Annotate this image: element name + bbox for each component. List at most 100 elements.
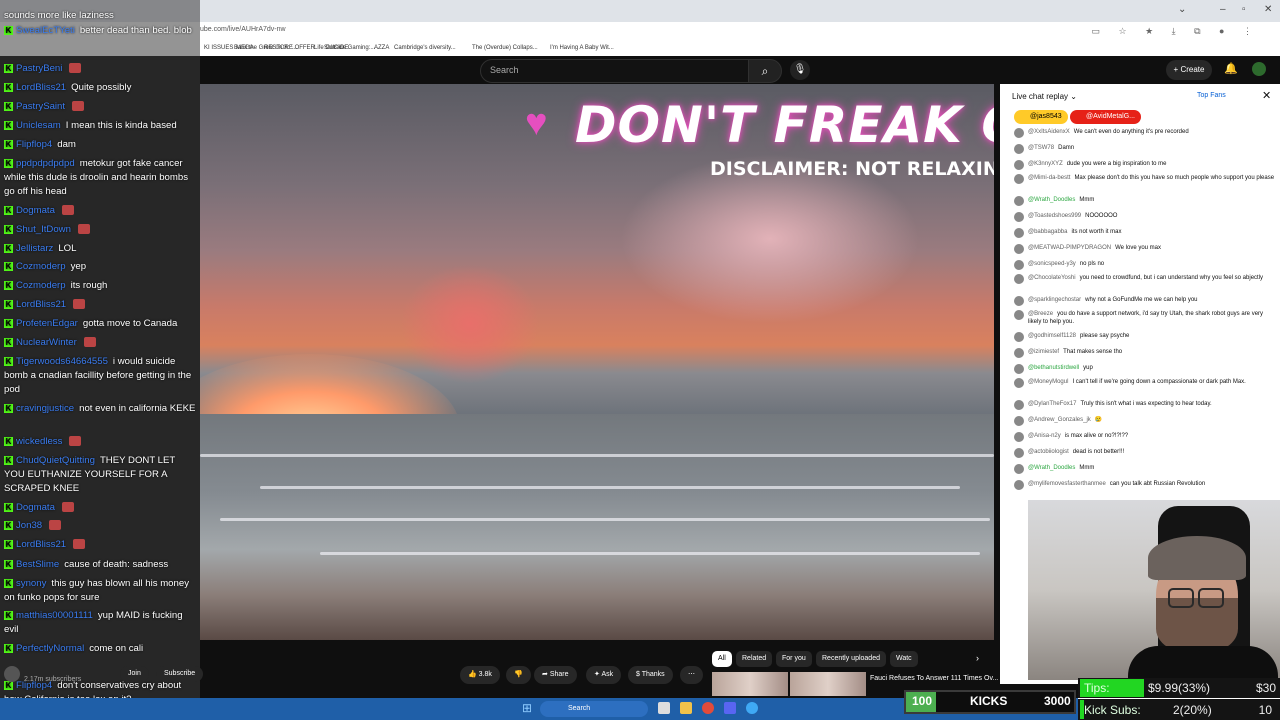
bell-icon[interactable]: 🔔 [1224,62,1238,75]
chat-avatar[interactable] [1014,400,1024,410]
chat-avatar[interactable] [1014,260,1024,270]
chat-avatar[interactable] [1014,144,1024,154]
share-button[interactable]: ➦ Share [534,666,577,684]
chat-author[interactable]: @actobiiologist [1028,449,1069,455]
chat-author[interactable]: @Wrath_Doodles [1028,197,1075,203]
chat-message[interactable]: @Anisa-n2y is max alive or no?!?!?? [1014,432,1278,442]
chat-author[interactable]: @DylanTheFox17 [1028,401,1076,407]
chat-author[interactable]: @izimiestef [1028,349,1059,355]
chat-avatar[interactable] [1014,128,1024,138]
maximize-icon[interactable]: ▫ [1242,4,1246,15]
close-icon[interactable]: ✕ [1264,4,1272,15]
kick-chat-user[interactable]: PastryBeni [16,63,62,74]
browser-toolbar-icons[interactable]: ▭ ☆ ★ ⤓ ⧉ ● ⋮ [1092,26,1260,37]
video-player[interactable]: ♥ DON'T FREAK OUT DISCLAIMER: NOT RELAXI… [200,84,994,640]
chat-message[interactable]: @bethanutstirdwell yup [1014,364,1278,374]
chat-message[interactable]: @ChocolateYoshi you need to crowdfund, bu… [1014,274,1278,284]
kick-chat-user[interactable]: LordBliss21 [16,299,66,310]
bookmark-item[interactable]: Basil the Great on X: '... [234,45,297,51]
chat-avatar[interactable] [1014,332,1024,342]
search-icon[interactable]: ⌕ [748,59,782,83]
kick-chat-user[interactable]: LordBliss21 [16,539,66,550]
kick-chat-user[interactable]: wickedless [16,436,62,447]
kick-chat-user[interactable]: Dogmata [16,205,55,216]
chat-avatar[interactable] [1014,196,1024,206]
chat-author[interactable]: @Breeze [1028,311,1053,317]
video-thumbnail[interactable] [712,672,788,696]
chat-avatar[interactable] [1014,274,1024,284]
windows-start-icon[interactable]: ⊞ [522,702,535,715]
kick-chat-user[interactable]: Flipflop4 [16,139,52,150]
kick-chat-user[interactable]: ppdpdpdpdpd [16,158,75,169]
bookmark-item[interactable]: The (Overdue) Collaps... [472,45,538,51]
chat-message[interactable]: @DylanTheFox17 Truly this isn't what i wa… [1014,400,1278,410]
kick-chat-user[interactable]: BestSlime [16,559,59,570]
chrome-icon[interactable] [702,702,714,714]
chat-avatar[interactable] [1014,310,1024,320]
kick-chat-user[interactable]: SwealEcTYeti [16,25,75,36]
bookmark-item[interactable]: Cambridge's diversity... [394,45,456,51]
url-text[interactable]: ube.com/live/AUHrA7dv-nw [200,26,286,33]
chat-author[interactable]: @MEATWAD-PIMPYDRAGON [1028,245,1111,251]
taskbar-search[interactable]: Search [540,701,648,717]
kick-chat-user[interactable]: Jellistarz [16,243,53,254]
chip-recently-uploaded[interactable]: Recently uploaded [816,651,886,667]
chat-avatar[interactable] [1014,244,1024,254]
bookmark-item[interactable]: I'm Having A Baby Wit... [550,45,614,51]
chat-avatar[interactable] [1014,212,1024,222]
chat-message[interactable]: @babbagabba its not worth it max [1014,228,1278,238]
donor-badge[interactable]: @AvidMetalG... [1070,110,1141,124]
chat-avatar[interactable] [1014,464,1024,474]
create-button[interactable]: + Create [1166,60,1212,80]
chat-avatar[interactable] [1014,364,1024,374]
bookmark-item[interactable]: AZZA [374,45,389,51]
file-explorer-icon[interactable] [680,702,692,714]
subscribe-button[interactable]: Subscribe [156,666,204,682]
chat-avatar[interactable] [1014,480,1024,490]
chat-author[interactable]: @Anisa-n2y [1028,433,1061,439]
chat-author[interactable]: @sonicspeed-y3y [1028,261,1076,267]
chip-for-you[interactable]: For you [776,651,812,667]
chat-avatar[interactable] [1014,416,1024,426]
kick-chat-user[interactable]: LordBliss21 [16,82,66,93]
video-thumbnail[interactable] [790,672,866,696]
kick-chat-user[interactable]: Shut_ItDown [16,224,71,235]
top-fans-label[interactable]: Top Fans [1197,92,1226,99]
chat-message[interactable]: @Andrew_Gonzales_jk 😢 [1014,416,1278,426]
chat-author[interactable]: @godhimself1128 [1028,333,1076,339]
chat-author[interactable]: @Toastedshoes999 [1028,213,1081,219]
kick-chat-user[interactable]: Uniclesam [16,120,61,131]
chat-message[interactable]: @Wrath_Doodles Mmm [1014,464,1278,474]
chat-message[interactable]: @XxItsAidenxX We can't even do anything i… [1014,128,1278,138]
kick-chat-user[interactable]: NuclearWinter [16,337,77,348]
bookmark-item[interactable]: Life Outside Gaming:... [314,45,375,51]
chip-all[interactable]: All [712,651,732,667]
chat-author[interactable]: @bethanutstirdwell [1028,365,1079,371]
kick-chat-user[interactable]: synony [16,578,46,589]
kick-chat-user[interactable]: Jon38 [16,520,42,531]
chat-message[interactable]: @Breeze you do have a support network, i'… [1014,310,1278,326]
chat-message[interactable]: @MEATWAD-PIMPYDRAGON We love you max [1014,244,1278,254]
chevron-right-icon[interactable]: › [976,653,979,663]
thanks-button[interactable]: $ Thanks [628,666,673,684]
avatar[interactable] [1252,62,1266,76]
live-chat-header[interactable]: Live chat replay ⌄ [1012,92,1077,101]
chat-avatar[interactable] [1014,228,1024,238]
kick-chat-user[interactable]: PerfectlyNormal [16,643,84,654]
kick-chat-user[interactable]: PastrySaint [16,101,65,112]
chip-watched[interactable]: Watc [890,651,918,667]
chat-message[interactable]: @TSW78 Damn [1014,144,1278,154]
more-icon[interactable]: ⋯ [680,666,703,684]
chat-message[interactable]: @sonicspeed-y3y no pls no [1014,260,1278,270]
kick-chat-user[interactable]: ProfetenEdgar [16,318,78,329]
chat-message[interactable]: @mylifemovesfasterthanmee can you talk ab… [1014,480,1278,490]
chevron-down-icon[interactable]: ⌄ [1178,4,1186,15]
like-button[interactable]: 👍 3.8k [460,666,500,684]
ask-button[interactable]: ✦ Ask [586,666,622,684]
kick-chat-user[interactable]: Cozmoderp [16,261,66,272]
chat-author[interactable]: @K3nnyXYZ [1028,161,1063,167]
chat-author[interactable]: @Mimi-da-bestt [1028,175,1070,181]
chat-author[interactable]: @ChocolateYoshi [1028,275,1076,281]
minimize-icon[interactable]: – [1220,4,1226,15]
app-icon[interactable] [746,702,758,714]
